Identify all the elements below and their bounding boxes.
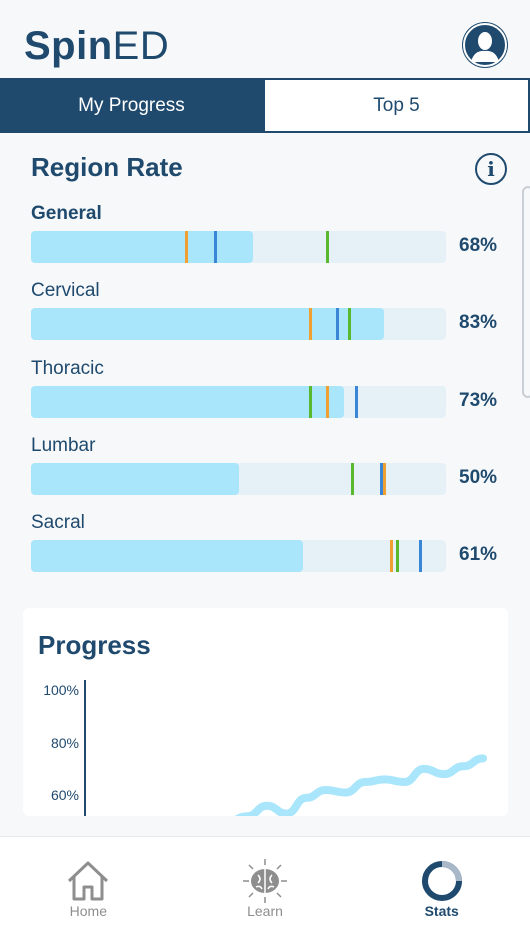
region-marker [396,540,400,573]
region-bar-fill [31,462,239,495]
region-bar-track [31,385,446,418]
region-percent: 73% [459,389,498,411]
region-marker [213,231,217,263]
nav-home-label: Home [69,903,108,919]
region-marker [184,231,188,263]
bottom-nav: Home Learn Stats [0,836,530,931]
home-icon [68,861,109,901]
region-marker [389,540,393,573]
profile-avatar-icon[interactable] [462,22,508,68]
nav-home[interactable]: Home [0,837,177,931]
brain-icon [243,859,287,903]
y-tick-label-100: 100% [43,682,79,698]
region-percent: 50% [459,466,498,488]
y-tick-label-80: 80% [51,735,79,751]
region-row: Sacral 61% [31,512,511,573]
region-marker [309,308,313,341]
region-bar-row: 50% [31,462,511,495]
region-label: Thoracic [31,357,104,379]
region-bar-row: 73% [31,385,511,418]
progress-card: Progress 100% 80% 60% [23,608,508,816]
region-bar-fill [31,385,345,418]
app-logo: SpinED [24,24,169,69]
nav-stats-label: Stats [424,903,459,919]
y-tick-label-60: 60% [51,787,79,803]
info-icon[interactable]: i [475,153,507,185]
progress-chart: 100% 80% 60% [43,680,487,816]
logo-text-bold: Spin [24,24,113,68]
region-row: Lumbar 50% [31,435,511,495]
region-label: Sacral [31,512,85,534]
region-row: Thoracic 73% [31,358,511,418]
region-bar-track [31,308,446,341]
region-label: Lumbar [31,434,96,456]
region-marker [325,385,329,418]
region-bar-fill [31,540,303,573]
region-marker [382,462,386,495]
region-percent: 83% [459,312,498,334]
region-bar-fill [31,231,254,263]
region-label: Cervical [31,280,100,302]
region-bar-row: 83% [31,308,511,341]
region-bar-fill [31,308,384,341]
tab-top-5[interactable]: Top 5 [263,80,530,131]
region-marker [419,540,423,573]
region-marker [348,308,352,341]
region-percent: 68% [459,235,498,256]
stats-ring-icon [421,861,462,901]
region-marker [309,385,313,418]
app-header: SpinED [0,0,530,78]
region-marker [336,308,340,341]
progress-series-line [234,754,487,816]
region-bar-track [31,540,446,573]
region-row: Cervical 83% [31,280,511,341]
region-percent: 61% [459,544,498,566]
region-label: General [31,203,102,224]
region-bar-row: 61% [31,540,511,573]
region-row: General 68% [31,203,511,263]
region-marker [350,462,354,495]
nav-learn[interactable]: Learn [177,837,354,931]
region-rate-title: Region Rate [31,152,183,182]
region-marker [354,385,358,418]
region-bar-track [31,462,446,495]
nav-stats[interactable]: Stats [353,837,530,931]
logo-text-light: ED [112,24,170,68]
scrollbar[interactable] [522,186,530,398]
region-marker [325,231,329,263]
region-bar-track [31,231,446,263]
tab-bar: My Progress Top 5 [0,78,530,133]
region-bar-row: 68% [31,231,511,263]
tab-my-progress[interactable]: My Progress [0,80,263,131]
nav-learn-label: Learn [247,903,283,919]
